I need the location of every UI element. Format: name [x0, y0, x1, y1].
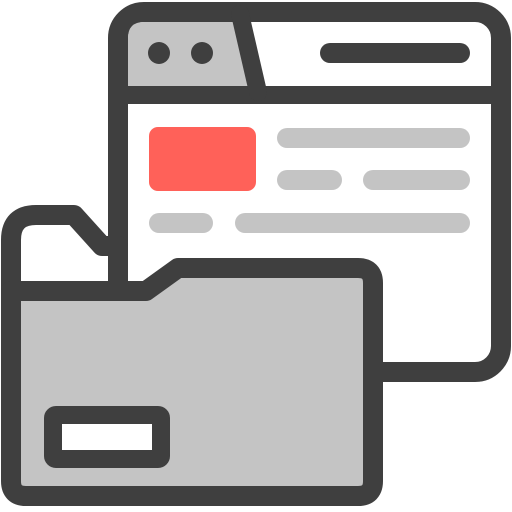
content-accent-block — [149, 127, 256, 191]
folder-label — [44, 406, 170, 468]
window-dot-icon — [191, 42, 213, 64]
browser-and-folder-illustration — [1, 2, 511, 506]
window-dot-icon — [148, 42, 170, 64]
window-tab — [128, 22, 252, 90]
illustration — [0, 0, 512, 512]
